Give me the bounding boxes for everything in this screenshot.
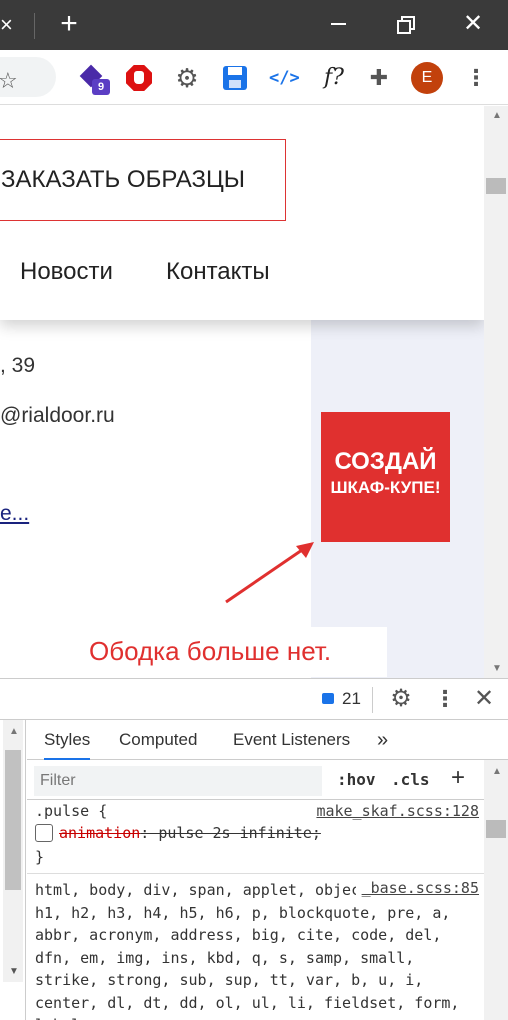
styles-filter-input[interactable] <box>34 766 322 796</box>
email-link[interactable]: @rialdoor.ru <box>0 404 115 428</box>
rules-scroll-up-icon[interactable]: ▲ <box>492 766 502 777</box>
more-link[interactable]: е... <box>0 502 29 526</box>
restore-button[interactable] <box>392 10 422 38</box>
devtools-close-icon[interactable]: ✕ <box>472 685 496 713</box>
rule-close-brace: } <box>35 848 45 866</box>
devtools-topbar: 21 ⚙ ⋮ ✕ <box>0 678 508 720</box>
rule-source-link[interactable]: make_skaf.scss:128 <box>316 802 479 820</box>
declaration-row: animation: pulse 2s infinite; <box>35 824 321 842</box>
tab-styles[interactable]: Styles <box>44 720 91 760</box>
elements-pane: ▲ ▼ <box>0 720 26 1020</box>
pulse-rule: .pulse { make_skaf.scss:128 animation: p… <box>27 800 484 874</box>
devtools-separator <box>372 687 373 713</box>
styles-filter-bar: :hov .cls + <box>27 760 484 800</box>
bookmark-star-icon[interactable]: ☆ <box>0 69 18 93</box>
code-extension-icon[interactable]: </> <box>269 64 300 92</box>
elements-scroll-thumb[interactable] <box>5 750 21 890</box>
browser-menu-icon[interactable]: ⋮ <box>465 64 487 92</box>
cls-toggle[interactable]: .cls <box>391 770 430 789</box>
messages-icon[interactable] <box>322 693 334 704</box>
tab-computed[interactable]: Computed <box>119 720 197 760</box>
extension-badge: 9 <box>92 79 110 95</box>
order-samples-button[interactable]: ЗАКАЗАТЬ ОБРАЗЦЫ <box>0 139 286 221</box>
reset-rule-selector[interactable]: html, body, div, span, applet, object, i… <box>35 879 480 1020</box>
address-bar[interactable]: ☆ <box>0 57 56 97</box>
messages-count[interactable]: 21 <box>342 689 361 709</box>
page-scroll-thumb[interactable] <box>486 178 506 194</box>
extensions-puzzle-icon[interactable]: ✚ <box>365 64 393 92</box>
rules-scrollbar[interactable]: ▲ <box>484 760 508 1020</box>
site-header: ЗАКАЗАТЬ ОБРАЗЦЫ Новости Контакты <box>0 106 484 320</box>
rules-scroll-thumb[interactable] <box>486 820 506 838</box>
scroll-up-arrow-icon[interactable]: ▲ <box>492 110 502 121</box>
promo-banner[interactable]: СОЗДАЙ ШКАФ-КУПЕ! <box>321 412 450 542</box>
gear-extension-icon[interactable]: ⚙ <box>173 64 201 92</box>
style-rules-pane: .pulse { make_skaf.scss:128 animation: p… <box>27 800 484 1020</box>
browser-titlebar: × + ✕ <box>0 0 508 50</box>
declaration-checkbox[interactable] <box>35 824 53 842</box>
nav-news-link[interactable]: Новости <box>20 258 113 286</box>
save-extension-icon[interactable] <box>221 64 249 92</box>
address-text: , 39 <box>0 354 36 377</box>
declaration-property[interactable]: animation <box>59 824 140 842</box>
font-extension-icon[interactable]: f? <box>318 64 350 92</box>
declaration-value[interactable]: : pulse 2s infinite; <box>140 824 321 842</box>
elements-scroll-down-icon[interactable]: ▼ <box>9 966 19 977</box>
new-tab-button[interactable]: + <box>56 8 82 40</box>
profile-avatar[interactable]: E <box>411 62 443 94</box>
more-tabs-icon[interactable]: » <box>377 720 388 760</box>
hand-glyph <box>134 71 144 84</box>
annotation-text: Ободка больше нет. <box>81 627 387 677</box>
arrow-shaft <box>225 548 303 604</box>
new-rule-button[interactable]: + <box>451 764 465 792</box>
extension-stack-icon[interactable]: 9 <box>78 64 110 95</box>
devtools-menu-icon[interactable]: ⋮ <box>434 685 456 713</box>
styles-tabs: Styles Computed Event Listeners » <box>27 720 508 760</box>
tab-separator <box>34 13 35 39</box>
page-scrollbar[interactable]: ▲ ▼ <box>484 106 508 678</box>
minimize-button[interactable] <box>325 10 355 38</box>
close-window-button[interactable]: ✕ <box>458 10 488 38</box>
base-source-link[interactable]: _base.scss:85 <box>355 879 479 897</box>
floppy-slot <box>229 80 241 88</box>
promo-line-2: ШКАФ-КУПЕ! <box>330 478 441 497</box>
nav-contacts-link[interactable]: Контакты <box>166 258 270 286</box>
scroll-down-arrow-icon[interactable]: ▼ <box>492 663 502 674</box>
floppy-label <box>228 67 242 75</box>
elements-scroll-up-icon[interactable]: ▲ <box>9 726 19 737</box>
base-reset-rule: html, body, div, span, applet, object, i… <box>27 875 484 1020</box>
adblock-icon[interactable] <box>125 64 153 92</box>
hov-toggle[interactable]: :hov <box>337 770 376 789</box>
promo-line-1: СОЗДАЙ <box>334 448 437 475</box>
tab-event-listeners[interactable]: Event Listeners <box>233 720 350 760</box>
browser-toolbar: ☆ 9 ⚙ </> f? ✚ E ⋮ <box>0 50 508 105</box>
devtools-settings-icon[interactable]: ⚙ <box>387 685 415 713</box>
page-viewport: , 39 @rialdoor.ru е... ЗАКАЗАТЬ ОБРАЗЦЫ … <box>0 106 484 678</box>
close-tab-icon[interactable]: × <box>0 12 20 38</box>
rule-selector[interactable]: .pulse { <box>35 802 107 820</box>
